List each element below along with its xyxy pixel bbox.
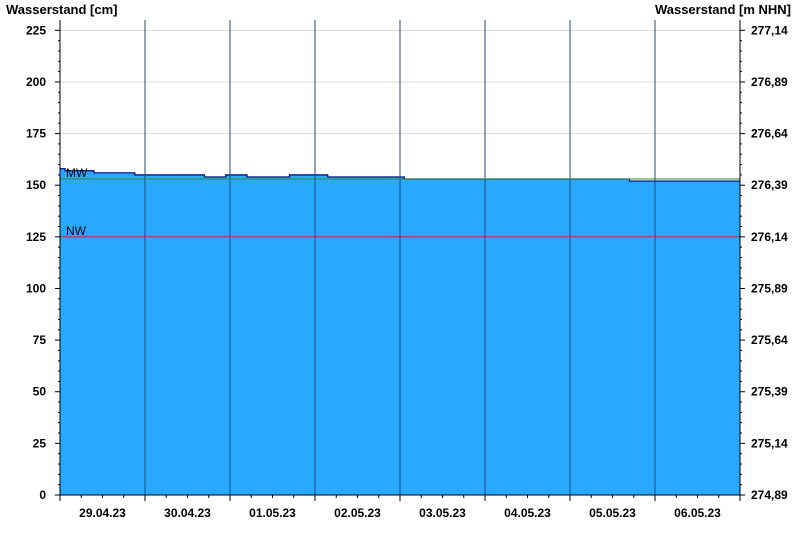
x-date-label: 03.05.23	[419, 506, 466, 520]
y-axis-left-title: Wasserstand [cm]	[6, 2, 118, 17]
water-level-chart: MW NW 0 25 50 75 100 125 150 175 200 225 274,89 275,…	[6, 2, 791, 520]
y-left-tick-label: 200	[26, 75, 46, 89]
y-right-tick-label: 276,39	[751, 178, 788, 192]
x-date-label: 30.04.23	[164, 506, 211, 520]
y-right-tick-label: 276,14	[751, 230, 788, 244]
y-left-tick-label: 25	[33, 436, 47, 450]
y-right-tick-label: 274,89	[751, 488, 788, 502]
x-date-label: 06.05.23	[674, 506, 721, 520]
y-left-tick-label: 100	[26, 281, 46, 295]
y-left-tick-label: 175	[26, 127, 46, 141]
x-date-label: 01.05.23	[249, 506, 296, 520]
x-date-label: 04.05.23	[504, 506, 551, 520]
x-date-label: 29.04.23	[79, 506, 126, 520]
y-left-tick-label: 75	[33, 333, 47, 347]
y-right-tick-label: 277,14	[751, 23, 788, 37]
y-left-tick-label: 150	[26, 178, 46, 192]
y-right-tick-label: 275,64	[751, 333, 788, 347]
x-date-label: 02.05.23	[334, 506, 381, 520]
reference-label-mw: MW	[66, 166, 88, 180]
y-left-tick-label: 0	[39, 488, 46, 502]
y-axis-right-title: Wasserstand [m NHN]	[655, 2, 791, 17]
y-right-tick-label: 276,89	[751, 75, 788, 89]
y-right-tick-label: 275,14	[751, 436, 788, 450]
y-right-tick-label: 275,89	[751, 281, 788, 295]
y-left-tick-label: 50	[33, 385, 47, 399]
y-left-tick-label: 225	[26, 23, 46, 37]
y-right-tick-label: 276,64	[751, 127, 788, 141]
x-date-label: 05.05.23	[589, 506, 636, 520]
reference-label-nw: NW	[66, 224, 87, 238]
y-left-tick-label: 125	[26, 230, 46, 244]
y-right-tick-label: 275,39	[751, 385, 788, 399]
